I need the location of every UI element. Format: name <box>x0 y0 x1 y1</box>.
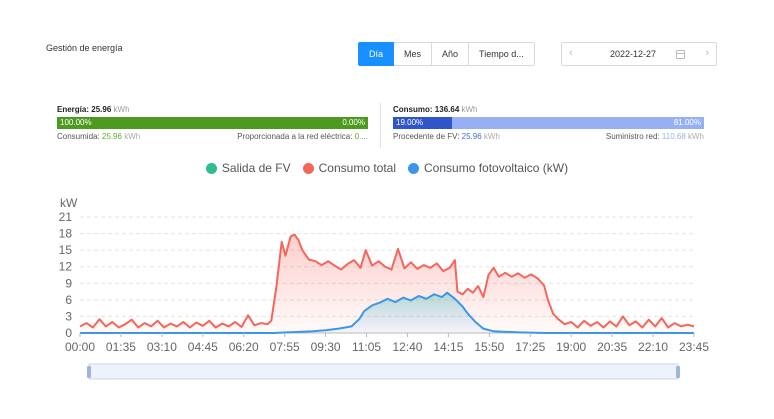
y-tick-label: 18 <box>59 227 73 241</box>
y-tick-label: 15 <box>59 243 73 257</box>
x-tick-label: 00:00 <box>65 340 95 354</box>
legend-item-pv-output[interactable]: Salida de FV <box>205 161 291 175</box>
consumption-summary: Consumo: 136.64 kWh 19.00% 81.00% Proced… <box>393 105 704 144</box>
date-value[interactable]: 2022-12-27 <box>610 49 656 59</box>
power-line-chart: 0 3 6 9 12 15 18 21 00:00 01:35 03:10 04:45 06:20 07:… <box>59 196 709 380</box>
calendar-icon[interactable] <box>676 50 685 59</box>
x-tick-label: 17:25 <box>515 340 545 354</box>
energy-heading: Energía: 25.96 kWh <box>57 105 130 114</box>
date-picker[interactable]: ‹ 2022-12-27 › <box>561 42 717 66</box>
chart-legend: Salida de FV Consumo total Consumo fotov… <box>0 161 774 175</box>
energy-bar-left-pct: 100.00% <box>60 118 92 127</box>
tab-year[interactable]: Año <box>432 42 470 66</box>
y-tick-label: 6 <box>65 293 72 307</box>
consumption-from-pv: Procedente de FV: 25.96 kWh <box>393 132 500 141</box>
energy-summary: Energía: 25.96 kWh 100.00% 0.00% Consumi… <box>57 105 368 144</box>
energy-consumed: Consumida: 25.96 kWh <box>57 132 141 141</box>
y-tick-label: 12 <box>59 260 73 274</box>
chevron-right-icon[interactable]: › <box>705 47 709 59</box>
y-tick-label: 9 <box>65 276 72 290</box>
zoom-slider-right-handle[interactable] <box>676 366 680 378</box>
x-tick-label: 22:10 <box>638 340 668 354</box>
zoom-slider-left-handle[interactable] <box>87 366 91 378</box>
x-tick-label: 12:40 <box>392 340 422 354</box>
legend-dot-pv-consumption <box>408 162 420 174</box>
consumption-bar-right-pct: 81.00% <box>673 118 701 127</box>
legend-dot-total-consumption <box>302 162 314 174</box>
energy-bar-right-pct: 0.00% <box>342 118 365 127</box>
chart-areas <box>80 234 694 333</box>
consumption-grid-supply: Suministro red: 110.68 kWh <box>605 132 704 141</box>
y-tick-label: 3 <box>65 309 72 323</box>
period-tabs: Día Mes Año Tiempo d... <box>358 42 535 66</box>
x-tick-label: 07:55 <box>270 340 300 354</box>
x-tick-label: 09:30 <box>311 340 341 354</box>
legend-dot-pv-output <box>205 162 217 174</box>
x-tick-label: 03:10 <box>147 340 177 354</box>
x-tick-label: 04:45 <box>188 340 218 354</box>
energy-bar: 100.00% 0.00% <box>57 117 368 129</box>
consumption-heading: Consumo: 136.64 kWh <box>393 105 478 114</box>
summary-divider <box>380 103 381 148</box>
tab-day[interactable]: Día <box>358 42 395 66</box>
x-tick-label: 20:35 <box>597 340 627 354</box>
y-axis-label: kW <box>60 196 78 210</box>
x-tick-label: 11:05 <box>352 340 381 354</box>
x-tick-label: 14:15 <box>433 340 463 354</box>
x-tick-label: 06:20 <box>229 340 259 354</box>
energy-grid-export: Proporcionada a la red eléctrica: 0.... <box>237 132 368 141</box>
tab-month[interactable]: Mes <box>394 42 433 66</box>
x-tick-label: 01:35 <box>106 340 136 354</box>
x-tick-label: 19:00 <box>556 340 586 354</box>
x-tick-label: 15:50 <box>474 340 504 354</box>
legend-item-total-consumption[interactable]: Consumo total <box>302 161 396 175</box>
page-title: Gestión de energía <box>46 43 123 53</box>
consumption-bar-grid-fill <box>452 117 704 129</box>
tab-lifetime[interactable]: Tiempo d... <box>469 42 535 66</box>
consumption-bar-left-pct: 19.00% <box>396 118 424 127</box>
energy-bar-consumed-fill <box>57 117 368 129</box>
chevron-left-icon[interactable]: ‹ <box>569 47 573 59</box>
legend-item-pv-consumption[interactable]: Consumo fotovoltaico (kW) <box>408 161 568 175</box>
x-tick-label: 23:45 <box>679 340 709 354</box>
consumption-bar: 19.00% 81.00% <box>393 117 704 129</box>
y-tick-label: 21 <box>59 210 73 224</box>
y-tick-label: 0 <box>65 326 72 340</box>
zoom-slider[interactable] <box>87 363 680 380</box>
zoom-slider-track[interactable] <box>88 363 679 380</box>
